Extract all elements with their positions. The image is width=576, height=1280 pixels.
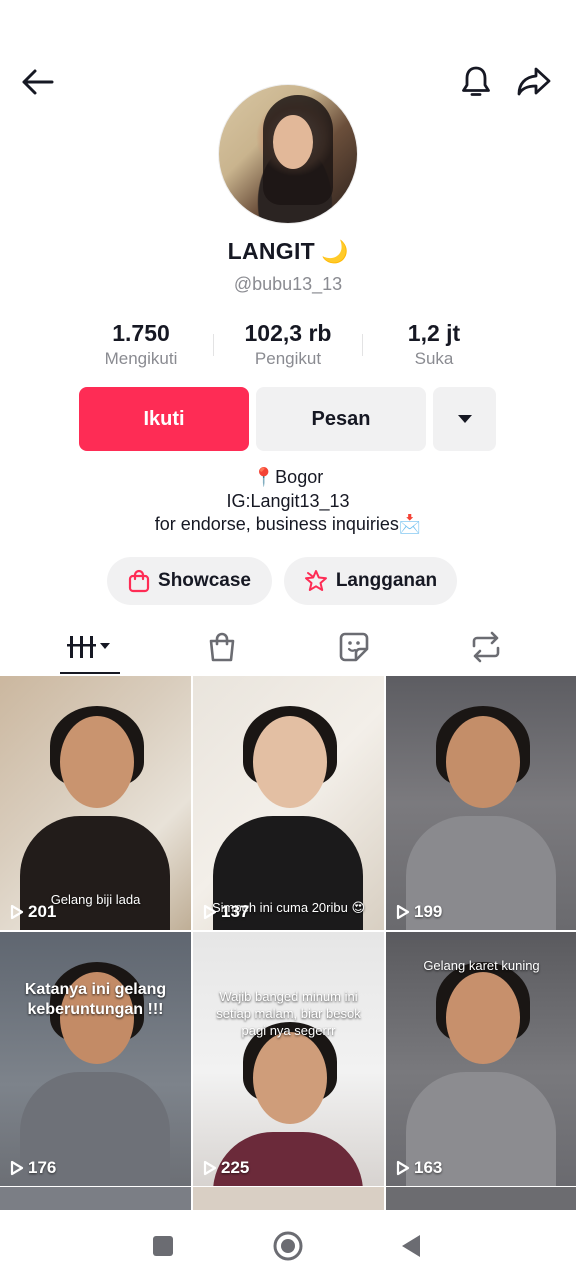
stat-divider	[213, 334, 214, 356]
thumbnail-face	[446, 716, 520, 808]
message-button[interactable]: Pesan	[256, 387, 426, 451]
star-badge-icon	[304, 570, 327, 591]
active-tab-indicator	[60, 672, 120, 674]
view-count: 225	[203, 1158, 249, 1178]
showcase-label: Showcase	[158, 570, 251, 591]
arrow-left-icon[interactable]	[20, 64, 56, 100]
repost-icon	[472, 631, 500, 663]
video-thumbnail[interactable]: Gelang karet kuning 163	[386, 932, 576, 1186]
moon-icon: 🌙	[321, 239, 349, 264]
video-caption: Katanya ini gelang keberuntungan !!!	[24, 981, 167, 1018]
tab-shop[interactable]	[192, 622, 252, 672]
view-count-value: 199	[414, 902, 443, 921]
profile-bio: 📍Bogor IG:Langit13_13 for endorse, busin…	[0, 466, 576, 537]
video-thumbnail[interactable]: Gelang biji lada 201	[0, 676, 191, 930]
thumbnail-face	[446, 972, 520, 1064]
play-icon	[396, 904, 410, 920]
grid-bars-icon	[67, 636, 110, 658]
video-thumbnail[interactable]: Wajib banged minum ini setiap malam, bia…	[193, 932, 384, 1186]
recents-button[interactable]	[145, 1228, 181, 1264]
caret-down-icon	[457, 415, 472, 423]
bio-location: 📍Bogor	[252, 467, 324, 487]
stat-label: Suka	[414, 349, 454, 368]
profile-handle: @bubu13_13	[233, 274, 343, 294]
play-icon	[10, 1160, 24, 1176]
play-icon	[396, 1160, 410, 1176]
stat-likes[interactable]: 1,2 jt Suka	[390, 320, 478, 369]
view-count: 176	[10, 1158, 56, 1178]
stat-divider	[362, 334, 363, 356]
tab-videos[interactable]	[60, 622, 120, 672]
square-icon	[153, 1236, 173, 1256]
play-icon	[203, 1160, 217, 1176]
view-count: 137	[203, 902, 249, 922]
stat-value: 1,2 jt	[407, 320, 461, 346]
share-icon[interactable]	[516, 64, 552, 100]
stat-value: 102,3 rb	[244, 320, 332, 346]
view-count-value: 163	[414, 1158, 443, 1177]
tab-repost[interactable]	[456, 622, 516, 672]
video-thumbnail-partial[interactable]	[0, 1187, 191, 1211]
view-count: 163	[396, 1158, 442, 1178]
profile-tabs	[0, 622, 576, 674]
stat-label: Pengikut	[254, 349, 322, 368]
play-icon	[10, 904, 24, 920]
profile-stats: 1.750 Mengikuti 102,3 rb Pengikut 1,2 jt…	[0, 320, 576, 376]
play-icon	[203, 904, 217, 920]
stat-following[interactable]: 1.750 Mengikuti	[88, 320, 194, 369]
profile-name: LANGIT	[227, 238, 315, 264]
stat-followers[interactable]: 102,3 rb Pengikut	[228, 320, 348, 369]
view-count-value: 201	[28, 902, 57, 921]
video-thumbnail[interactable]: Katanya ini gelang keberuntungan !!! 176	[0, 932, 191, 1186]
view-count: 201	[10, 902, 56, 922]
video-thumbnail[interactable]: 199	[386, 676, 576, 930]
view-count-value: 137	[221, 902, 250, 921]
shopping-bag-icon	[128, 569, 150, 593]
thumbnail-face	[253, 1032, 327, 1124]
stat-label: Mengikuti	[104, 349, 178, 368]
avatar[interactable]	[218, 84, 358, 224]
bio-business: for endorse, business inquiries📩	[154, 514, 422, 534]
avatar-face	[273, 115, 313, 169]
view-count: 199	[396, 902, 442, 922]
subscription-button[interactable]: Langganan	[284, 557, 457, 605]
video-thumbnail-partial[interactable]	[386, 1187, 576, 1211]
bell-icon[interactable]	[458, 64, 494, 100]
thumbnail-face	[60, 716, 134, 808]
thumbnail-person	[406, 706, 556, 930]
video-thumbnail[interactable]: Simpeh ini cuma 20ribu 😍 137	[193, 676, 384, 930]
thumbnail-person	[213, 1022, 363, 1186]
profile-name-row: LANGIT 🌙	[0, 238, 576, 265]
thumbnail-person	[213, 706, 363, 930]
thumbnail-person	[20, 706, 170, 930]
stat-value: 1.750	[112, 320, 170, 346]
view-count-value: 225	[221, 1158, 250, 1177]
video-caption: Wajib banged minum ini setiap malam, bia…	[216, 989, 361, 1038]
bio-instagram: IG:Langit13_13	[226, 490, 350, 511]
system-nav-bar	[0, 1210, 576, 1280]
subscription-label: Langganan	[335, 570, 438, 591]
sticker-icon	[339, 632, 369, 662]
shopping-bag-icon	[209, 632, 235, 662]
tab-liked[interactable]	[324, 622, 384, 672]
back-button[interactable]	[393, 1228, 429, 1264]
home-circle-icon	[273, 1231, 303, 1261]
thumbnail-person	[406, 962, 556, 1186]
thumbnail-face	[253, 716, 327, 808]
follow-button[interactable]: Ikuti	[79, 387, 249, 451]
video-thumbnail-partial[interactable]	[193, 1187, 384, 1211]
showcase-button[interactable]: Showcase	[107, 557, 272, 605]
home-button[interactable]	[270, 1228, 306, 1264]
more-options-button[interactable]	[433, 387, 496, 451]
triangle-back-icon	[402, 1235, 420, 1257]
view-count-value: 176	[28, 1158, 57, 1177]
video-caption: Gelang karet kuning	[423, 958, 540, 973]
